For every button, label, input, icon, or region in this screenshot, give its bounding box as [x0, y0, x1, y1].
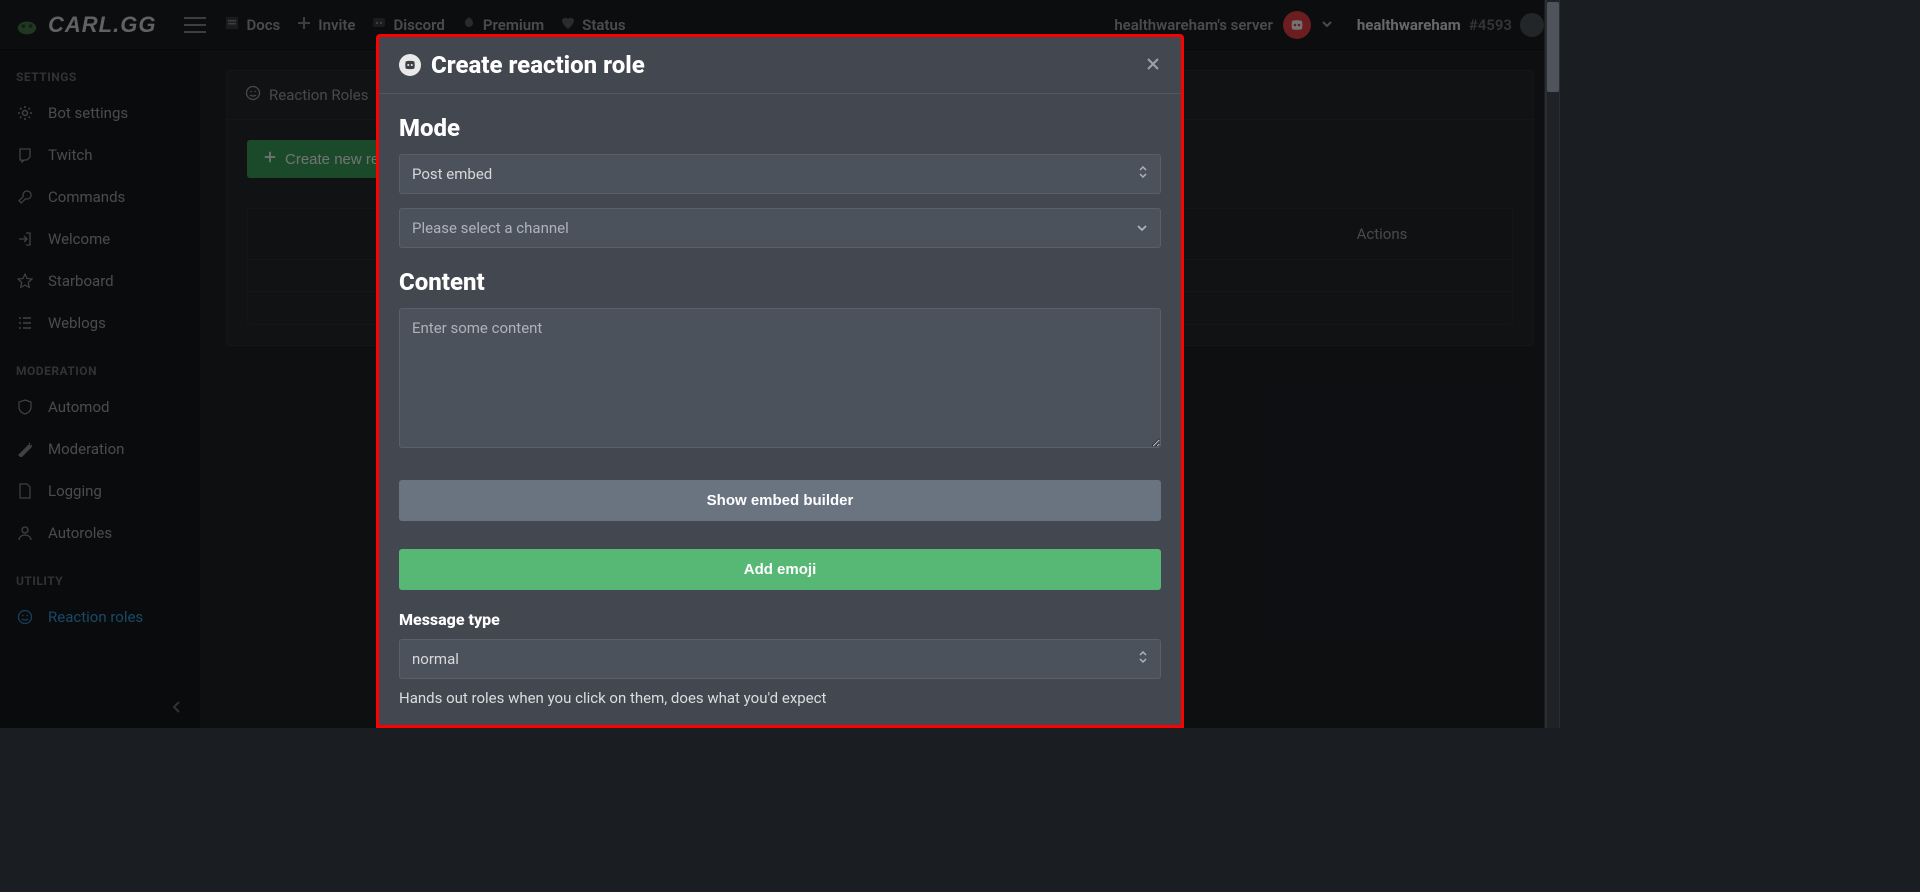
message-type-value: normal [412, 650, 459, 668]
add-emoji-label: Add emoji [744, 561, 817, 578]
add-emoji-button[interactable]: Add emoji [399, 549, 1161, 590]
modal-header: Create reaction role [379, 37, 1181, 94]
chevron-down-icon [1136, 219, 1148, 237]
modal-close-button[interactable] [1145, 55, 1161, 75]
message-type-heading: Message type [399, 610, 1161, 629]
mode-select[interactable]: Post embed [399, 154, 1161, 194]
create-reaction-role-modal: Create reaction role Mode Post embed Ple… [376, 34, 1184, 728]
message-type-select[interactable]: normal [399, 639, 1161, 679]
mode-heading: Mode [399, 114, 1161, 142]
modal-body: Mode Post embed Please select a channel … [379, 94, 1181, 725]
close-icon [1145, 56, 1161, 72]
content-heading: Content [399, 268, 1161, 296]
message-type-help: Hands out roles when you click on them, … [399, 689, 1161, 707]
show-embed-builder-button[interactable]: Show embed builder [399, 480, 1161, 521]
show-embed-builder-label: Show embed builder [707, 492, 854, 509]
channel-select[interactable]: Please select a channel [399, 208, 1161, 248]
channel-select-placeholder: Please select a channel [412, 219, 569, 237]
browser-scrollbar[interactable] [1544, 0, 1560, 728]
updown-icon [1138, 650, 1148, 668]
content-textarea[interactable] [399, 308, 1161, 448]
scrollbar-thumb[interactable] [1547, 2, 1559, 92]
mode-select-value: Post embed [412, 165, 492, 183]
updown-icon [1138, 165, 1148, 183]
modal-header-icon [399, 54, 421, 76]
modal-backdrop[interactable]: Create reaction role Mode Post embed Ple… [0, 0, 1560, 728]
modal-title: Create reaction role [431, 51, 1135, 79]
